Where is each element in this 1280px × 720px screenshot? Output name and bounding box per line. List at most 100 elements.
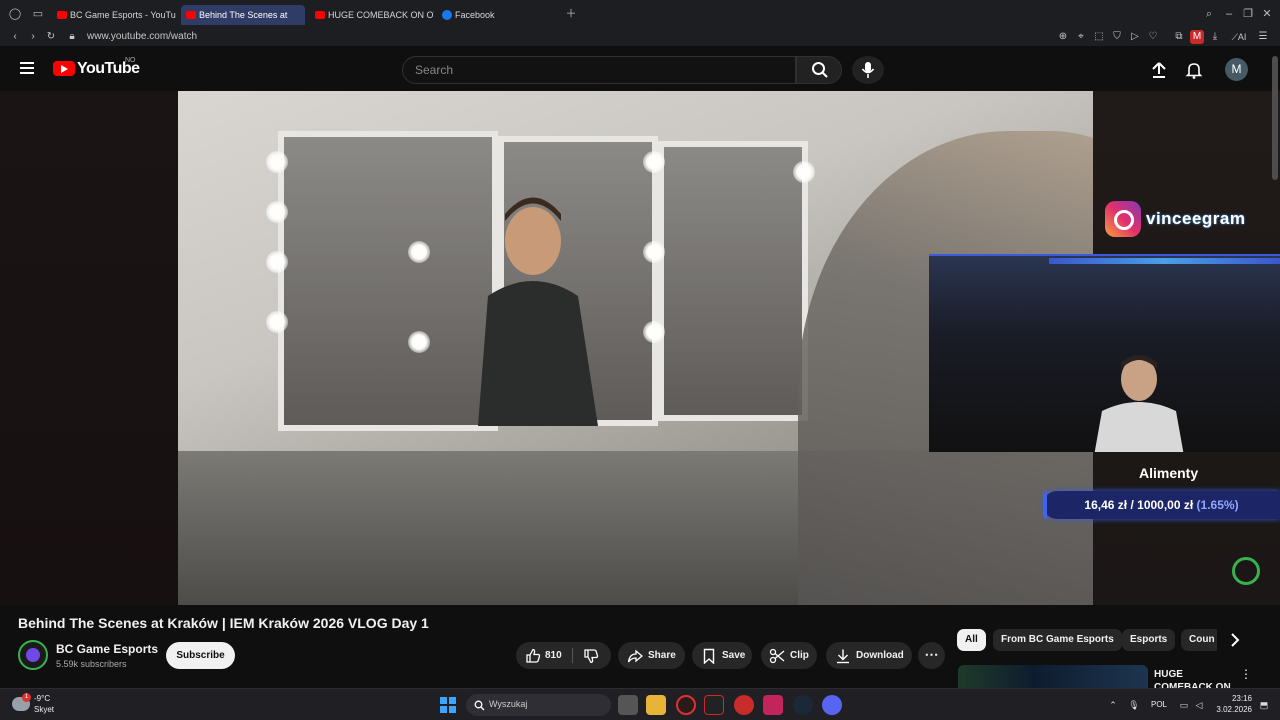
share-button[interactable]: Share xyxy=(618,642,685,669)
opera-gx-icon[interactable] xyxy=(676,695,696,715)
search-tabs-icon[interactable]: ⌕ xyxy=(1202,7,1216,21)
chip-all[interactable]: All xyxy=(957,629,986,651)
language-indicator[interactable]: POL xyxy=(1151,700,1167,709)
windows-start-icon[interactable] xyxy=(440,697,456,713)
chevron-right-icon[interactable] xyxy=(1226,631,1244,649)
weather-alert-badge: 1 xyxy=(22,693,31,702)
minimize-icon[interactable]: – xyxy=(1222,7,1236,21)
tab-bc-game-esports[interactable]: BC Game Esports - YouTu xyxy=(52,5,176,25)
weather-temperature[interactable]: -9°C xyxy=(34,694,50,703)
tab-facebook[interactable]: Facebook xyxy=(437,5,561,25)
notifications-bell-icon[interactable] xyxy=(1185,61,1203,79)
recommended-thumbnail[interactable] xyxy=(958,665,1148,688)
faceit-icon[interactable] xyxy=(734,695,754,715)
back-icon[interactable]: ‹ xyxy=(8,30,22,44)
clip-button[interactable]: Clip xyxy=(761,642,817,669)
download-icon xyxy=(837,649,849,664)
streamer-figure xyxy=(1094,355,1184,452)
aria-ai-button[interactable]: ⟋AI xyxy=(1228,30,1250,44)
account-avatar[interactable]: M xyxy=(1225,58,1248,81)
clock-time[interactable]: 23:16 xyxy=(1226,694,1252,703)
zoom-icon[interactable]: ⊕ xyxy=(1056,30,1070,44)
thumbs-down-icon xyxy=(584,649,599,664)
subscriber-count: 5.59k subscribers xyxy=(56,659,127,669)
chevron-up-icon[interactable]: ⌃ xyxy=(1107,699,1119,711)
reload-icon[interactable]: ↻ xyxy=(44,30,58,44)
bookmark-icon xyxy=(703,648,715,664)
snapshot-icon[interactable]: ⬚ xyxy=(1092,30,1106,44)
tab-huge-comeback[interactable]: HUGE COMEBACK ON OV xyxy=(310,5,434,25)
weather-condition[interactable]: Skyet xyxy=(34,705,54,714)
clock-date[interactable]: 3.02.2026 xyxy=(1205,705,1252,714)
channel-avatar[interactable] xyxy=(18,640,48,670)
create-upload-icon[interactable] xyxy=(1150,61,1168,79)
search-input[interactable] xyxy=(403,57,773,83)
heart-icon[interactable]: ♡ xyxy=(1146,30,1160,44)
address-bar: ‹ › ↻ 🔒︎ www.youtube.com/watch ⊕ ⌖ ⬚ ⛉ ▷… xyxy=(0,28,1280,46)
network-icon[interactable]: ▭ xyxy=(1178,699,1190,711)
page-scrollbar[interactable] xyxy=(1272,56,1278,180)
recommended-video[interactable]: HUGE COMEBACK ON ⋮ xyxy=(958,665,1258,688)
clip-label: Clip xyxy=(790,650,809,661)
discord-icon[interactable] xyxy=(822,695,842,715)
microphone-icon[interactable]: 🎙︎ xyxy=(1128,699,1140,711)
instagram-icon xyxy=(1105,201,1141,237)
restore-icon[interactable]: ❐ xyxy=(1241,7,1255,21)
chip-counter-strike[interactable]: Coun xyxy=(1181,629,1217,651)
task-view-icon[interactable] xyxy=(618,695,638,715)
video-title: Behind The Scenes at Kraków | IEM Kraków… xyxy=(18,615,429,631)
subscribe-button[interactable]: Subscribe xyxy=(166,642,235,669)
url-field[interactable]: www.youtube.com/watch xyxy=(87,30,197,44)
new-tab-icon[interactable]: ＋ xyxy=(564,7,578,21)
dislike-button[interactable] xyxy=(572,642,611,669)
share-label: Share xyxy=(648,650,676,661)
video-info: Behind The Scenes at Kraków | IEM Kraków… xyxy=(0,605,1280,688)
pin-icon[interactable]: ⌖ xyxy=(1074,30,1088,44)
video-player[interactable]: vinceegram Alimenty 16,46 zł / 1000,00 z… xyxy=(0,91,1280,605)
goal-target: 1000,00 zł xyxy=(1137,498,1194,512)
voicemod-icon[interactable] xyxy=(763,695,783,715)
donation-goal-bar: 16,46 zł / 1000,00 zł (1.65%) xyxy=(1043,491,1280,519)
kebab-menu-icon[interactable]: ⋮ xyxy=(1240,667,1252,681)
profile-icon[interactable]: M xyxy=(1190,30,1204,44)
download-button[interactable]: Download xyxy=(826,642,912,669)
player-icon[interactable]: ▷ xyxy=(1128,30,1142,44)
easy-setup-icon[interactable]: ☰ xyxy=(1256,30,1270,44)
extensions-icon[interactable]: ⧉ xyxy=(1172,30,1186,44)
like-dislike-group: 810 xyxy=(516,642,611,669)
youtube-header: YouTube NO M xyxy=(0,46,1280,91)
search-button[interactable] xyxy=(796,56,842,84)
taskbar-search[interactable]: Wyszukaj xyxy=(466,694,611,716)
volume-icon[interactable]: ◁ xyxy=(1193,699,1205,711)
close-icon[interactable]: ✕ xyxy=(1260,7,1274,21)
shield-icon[interactable]: ⛉ xyxy=(1110,30,1124,44)
bulb xyxy=(643,321,665,343)
bulb xyxy=(266,251,288,273)
more-actions-button[interactable]: ⋯ xyxy=(918,642,945,669)
steam-icon[interactable] xyxy=(793,695,813,715)
hamburger-menu-icon[interactable] xyxy=(20,62,34,74)
chip-from-channel[interactable]: From BC Game Esports xyxy=(993,629,1122,651)
forward-icon[interactable]: › xyxy=(26,30,40,44)
tab-behind-the-scenes[interactable]: Behind The Scenes at xyxy=(181,5,305,25)
file-explorer-icon[interactable] xyxy=(646,695,666,715)
scissors-icon xyxy=(769,648,785,664)
bulb xyxy=(643,151,665,173)
search-icon xyxy=(474,700,485,711)
youtube-logo-icon[interactable] xyxy=(53,61,75,76)
tab-islands-icon[interactable]: ▭ xyxy=(31,7,45,21)
save-button[interactable]: Save xyxy=(692,642,752,669)
recommended-title[interactable]: HUGE COMEBACK ON xyxy=(1154,668,1244,688)
taskbar-search-label: Wyszukaj xyxy=(489,699,528,709)
channel-name[interactable]: BC Game Esports xyxy=(56,642,158,656)
like-button[interactable]: 810 xyxy=(516,642,572,669)
chip-esports[interactable]: Esports xyxy=(1122,629,1176,651)
app-icon-dark[interactable] xyxy=(704,695,724,715)
opera-logo-icon[interactable]: ◯ xyxy=(8,7,22,21)
download-icon[interactable]: ⤓ xyxy=(1208,30,1222,44)
led-strip xyxy=(1049,258,1280,264)
notifications-icon[interactable]: ⬒ xyxy=(1258,699,1270,711)
voice-search-button[interactable] xyxy=(852,56,884,84)
lock-icon: 🔒︎ xyxy=(69,31,75,42)
instagram-handle: vinceegram xyxy=(1146,209,1246,228)
